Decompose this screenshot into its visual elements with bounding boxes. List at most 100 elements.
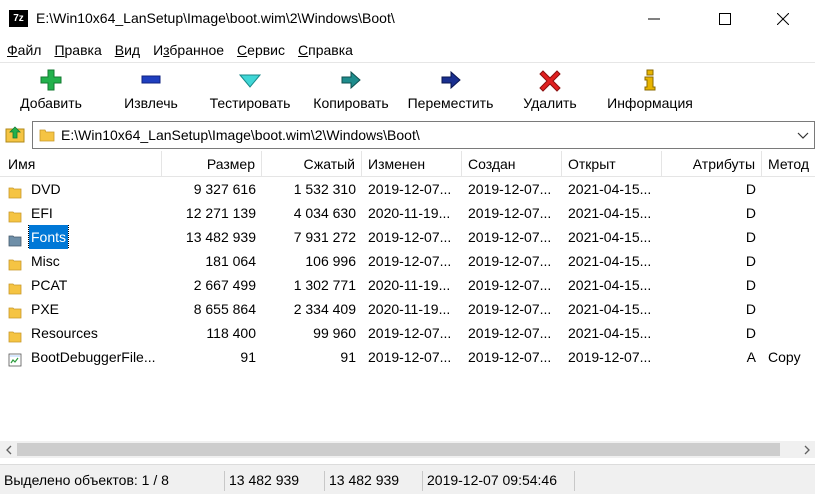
- cell-created: 2019-12-07...: [468, 349, 552, 365]
- cell-size: 91: [240, 349, 256, 365]
- menu-edit[interactable]: Правка: [54, 42, 101, 58]
- cell-attributes: D: [745, 229, 756, 245]
- file-list[interactable]: Имя Размер Сжатый Изменен Создан Открыт …: [0, 151, 815, 441]
- cell-accessed: 2021-04-15...: [568, 301, 652, 317]
- status-selected-count: Выделено объектов: 1 / 8: [4, 472, 169, 488]
- menu-tools[interactable]: Сервис: [237, 42, 285, 58]
- cell-attributes: D: [745, 325, 756, 341]
- cell-accessed: 2021-04-15...: [568, 205, 652, 221]
- chevron-down-icon[interactable]: [796, 128, 810, 142]
- move-button[interactable]: Переместить: [403, 63, 498, 118]
- cell-modified: 2020-11-19...: [368, 301, 451, 317]
- minimize-button[interactable]: [631, 0, 677, 38]
- column-header-name[interactable]: Имя: [0, 151, 162, 177]
- file-name: DVD: [31, 181, 61, 197]
- folder-icon: [8, 302, 22, 319]
- column-header-size[interactable]: Размер: [162, 151, 262, 177]
- cell-attributes: D: [745, 205, 756, 221]
- chevron-right-icon: [804, 445, 810, 454]
- maximize-button[interactable]: [702, 0, 748, 38]
- folder-icon: [39, 129, 55, 142]
- cell-size: 8 655 864: [193, 301, 256, 317]
- cell-size: 2 667 499: [193, 277, 256, 293]
- cell-name: PCAT: [0, 273, 162, 297]
- menu-view[interactable]: Вид: [115, 42, 140, 58]
- column-header-packed[interactable]: Сжатый: [262, 151, 362, 177]
- cell-name: DVD: [0, 177, 162, 201]
- scrollbar-thumb[interactable]: [17, 443, 780, 456]
- file-name: PCAT: [31, 277, 68, 293]
- menu-label-part: ервис: [247, 42, 286, 58]
- extract-label: Извлечь: [124, 95, 178, 111]
- copy-label: Копировать: [313, 95, 389, 111]
- test-label: Тестировать: [209, 95, 291, 111]
- table-row[interactable]: Fonts 13 482 939 7 931 272 2019-12-07... 201…: [0, 225, 815, 249]
- menu-help[interactable]: Справка: [298, 42, 353, 58]
- table-row[interactable]: Misc 181 064 106 996 2019-12-07... 2019-12-0…: [0, 249, 815, 273]
- extract-button[interactable]: Извлечь: [116, 63, 186, 118]
- menu-label-part: бранное: [169, 42, 225, 58]
- toolbar: Добавить Извлечь Тестировать Копировать …: [0, 62, 815, 117]
- maximize-icon: [719, 13, 731, 25]
- cell-method: [762, 201, 815, 225]
- cell-packed: 106 996: [305, 253, 356, 269]
- menu-label-part: равка: [64, 42, 102, 58]
- folder-up-button[interactable]: [4, 123, 26, 145]
- cell-created: 2019-12-07...: [468, 253, 552, 269]
- table-row[interactable]: BootDebuggerFile... 91 91 2019-12-07... 2019…: [0, 345, 815, 369]
- file-name: Resources: [31, 325, 98, 341]
- add-button[interactable]: Добавить: [16, 63, 86, 118]
- cell-method: [762, 177, 815, 201]
- delete-x-icon: [539, 70, 561, 92]
- cell-attributes: D: [745, 181, 756, 197]
- file-icon: [8, 350, 22, 367]
- folder-icon: [8, 254, 22, 271]
- cell-accessed: 2019-12-07...: [568, 349, 652, 365]
- cell-attributes: A: [746, 349, 756, 365]
- menu-label-part: айл: [17, 42, 42, 58]
- cell-size: 9 327 616: [193, 181, 256, 197]
- test-button[interactable]: Тестировать: [205, 63, 295, 118]
- cell-packed: 1 302 771: [293, 277, 356, 293]
- cell-created: 2019-12-07...: [468, 181, 552, 197]
- copy-arrow-icon: [341, 70, 361, 90]
- table-row[interactable]: PXE 8 655 864 2 334 409 2020-11-19... 2019-1…: [0, 297, 815, 321]
- cell-name: Fonts: [0, 225, 162, 249]
- menu-label-part: И: [153, 42, 164, 58]
- cell-modified: 2020-11-19...: [368, 205, 451, 221]
- close-button[interactable]: [760, 0, 806, 38]
- folder-icon: [8, 278, 22, 295]
- horizontal-scrollbar[interactable]: [0, 441, 815, 458]
- menu-accelerator: С: [237, 42, 248, 58]
- column-header-attributes[interactable]: Атрибуты: [662, 151, 762, 177]
- cell-packed: 4 034 630: [293, 205, 356, 221]
- table-row[interactable]: PCAT 2 667 499 1 302 771 2020-11-19... 2019-…: [0, 273, 815, 297]
- copy-button[interactable]: Копировать: [306, 63, 396, 118]
- cell-name: Misc: [0, 249, 162, 273]
- delete-button[interactable]: Удалить: [515, 63, 585, 118]
- menu-favorites[interactable]: Избранное: [153, 42, 224, 58]
- column-header-modified[interactable]: Изменен: [362, 151, 462, 177]
- menu-accelerator: В: [114, 42, 125, 58]
- cell-attributes: D: [745, 253, 756, 269]
- table-row[interactable]: Resources 118 400 99 960 2019-12-07... 2019-…: [0, 321, 815, 345]
- folder-icon: [8, 206, 22, 223]
- cell-method: [762, 249, 815, 273]
- cell-modified: 2019-12-07...: [368, 181, 452, 197]
- table-row[interactable]: DVD 9 327 616 1 532 310 2019-12-07... 2019-1…: [0, 177, 815, 201]
- chevron-left-icon: [5, 445, 11, 454]
- scroll-right-button[interactable]: [798, 441, 815, 458]
- menu-file[interactable]: Файл: [7, 42, 41, 58]
- column-header-accessed[interactable]: Открыт: [562, 151, 662, 177]
- column-header-created[interactable]: Создан: [462, 151, 562, 177]
- menu-accelerator: П: [54, 42, 65, 58]
- address-combobox[interactable]: E:\Win10x64_LanSetup\Image\boot.wim\2\Wi…: [32, 121, 815, 149]
- add-label: Добавить: [20, 95, 82, 111]
- cell-packed: 99 960: [313, 325, 356, 341]
- cell-modified: 2019-12-07...: [368, 229, 452, 245]
- column-header-method[interactable]: Метод: [762, 151, 815, 177]
- cell-modified: 2020-11-19...: [368, 277, 451, 293]
- scroll-left-button[interactable]: [0, 441, 17, 458]
- info-button[interactable]: Информация: [601, 63, 699, 118]
- table-row[interactable]: EFI 12 271 139 4 034 630 2020-11-19... 2019-…: [0, 201, 815, 225]
